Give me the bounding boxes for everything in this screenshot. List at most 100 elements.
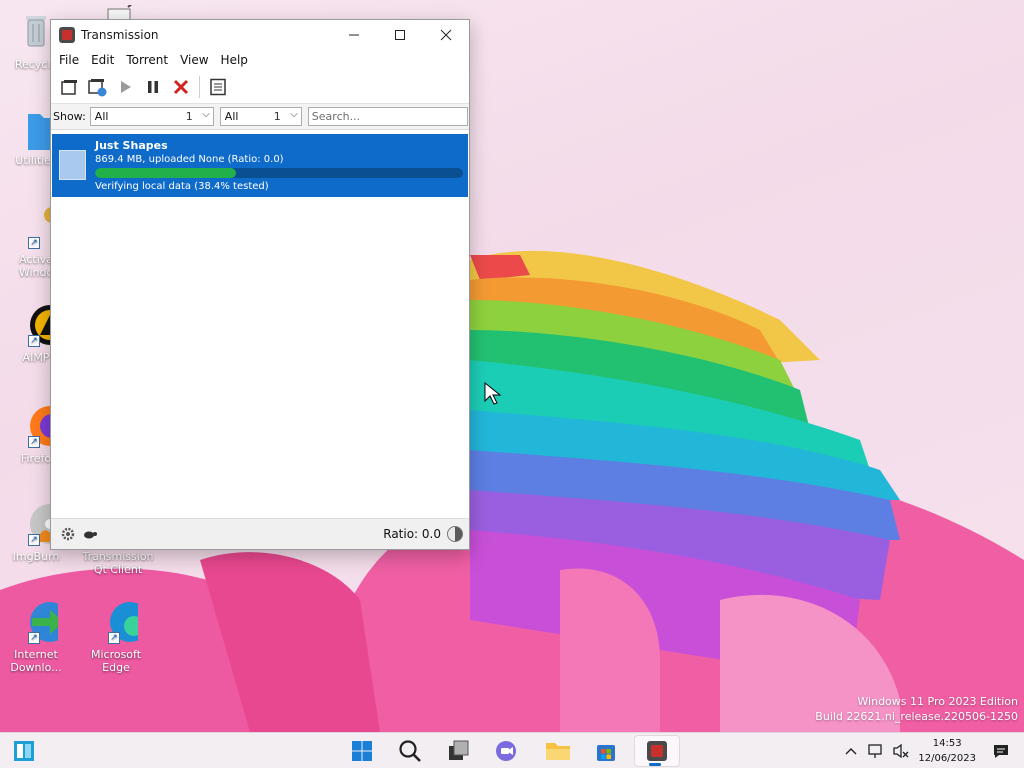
ratio-status[interactable]: Ratio: 0.0 bbox=[383, 527, 441, 541]
edge-icon: ↗ bbox=[94, 600, 150, 644]
maximize-icon bbox=[395, 30, 405, 40]
desktop-icon-internet-download-manager[interactable]: ↗ Internet Downlo... bbox=[0, 600, 72, 674]
shortcut-arrow-icon: ↗ bbox=[28, 534, 40, 546]
menu-help[interactable]: Help bbox=[215, 53, 254, 67]
task-view-button[interactable] bbox=[438, 735, 478, 767]
folder-icon bbox=[546, 743, 570, 760]
tracker-filter-count: 1 bbox=[273, 110, 281, 123]
search-input[interactable] bbox=[307, 107, 468, 126]
pause-button[interactable] bbox=[139, 73, 167, 101]
activity-filter-value: All bbox=[94, 110, 109, 123]
toolbar bbox=[51, 70, 469, 104]
network-status-button[interactable] bbox=[864, 733, 886, 768]
remove-button[interactable] bbox=[167, 73, 195, 101]
desktop: Recycle Utilities ↗ Activa Windo ↗ AIMP … bbox=[0, 0, 1024, 732]
microsoft-store-button[interactable] bbox=[586, 735, 626, 767]
volume-button[interactable] bbox=[890, 733, 912, 768]
clock-time: 14:53 bbox=[932, 738, 962, 749]
watermark-edition: Windows 11 Pro 2023 Edition bbox=[857, 695, 1018, 708]
title-bar[interactable]: Transmission bbox=[51, 20, 469, 50]
tracker-filter-value: All bbox=[224, 110, 239, 123]
close-button[interactable] bbox=[423, 20, 469, 50]
speaker-muted-icon bbox=[893, 743, 909, 759]
activity-filter-count: 1 bbox=[185, 110, 193, 123]
chevron-up-icon bbox=[845, 748, 857, 755]
transmission-app-icon bbox=[59, 27, 75, 43]
ratio-yin-yang-icon[interactable] bbox=[447, 526, 463, 542]
clock-date: 12/06/2023 bbox=[918, 753, 976, 764]
shortcut-arrow-icon: ↗ bbox=[28, 436, 40, 448]
play-icon bbox=[121, 80, 131, 93]
globe-download-icon: ↗ bbox=[14, 600, 70, 644]
torrent-row[interactable]: Just Shapes 869.4 MB, uploaded None (Rat… bbox=[52, 134, 468, 197]
file-explorer-button[interactable] bbox=[538, 735, 578, 767]
watermark-build: Build 22621.ni_release.220506-1250 bbox=[815, 710, 1018, 723]
file-icon bbox=[59, 150, 86, 180]
menu-edit[interactable]: Edit bbox=[85, 53, 120, 67]
desktop-icon-label: Microsoft Edge bbox=[90, 648, 142, 674]
show-hidden-icons-button[interactable] bbox=[842, 733, 860, 768]
torrent-list[interactable]: Just Shapes 869.4 MB, uploaded None (Rat… bbox=[51, 133, 469, 519]
start-button[interactable] bbox=[342, 735, 382, 767]
start-button[interactable] bbox=[111, 73, 139, 101]
desktop-icon-microsoft-edge[interactable]: ↗ Microsoft Edge bbox=[80, 600, 152, 674]
shortcut-arrow-icon: ↗ bbox=[28, 632, 40, 644]
store-bag-icon bbox=[597, 745, 615, 761]
chat-camera-icon bbox=[496, 741, 516, 761]
shortcut-arrow-icon: ↗ bbox=[28, 237, 40, 249]
minimize-icon bbox=[349, 34, 359, 36]
chevron-down-icon: ⌵ bbox=[290, 109, 298, 120]
shortcut-arrow-icon: ↗ bbox=[28, 335, 40, 347]
windows-logo-icon bbox=[352, 741, 372, 761]
search-icon bbox=[399, 740, 421, 762]
gear-icon bbox=[61, 527, 75, 541]
widgets-icon bbox=[14, 741, 34, 761]
open-url-button[interactable] bbox=[83, 73, 111, 101]
open-url-icon bbox=[88, 78, 107, 96]
remove-x-icon bbox=[173, 79, 189, 94]
close-icon bbox=[440, 29, 452, 41]
desktop-icon-label: ImgBurn bbox=[12, 550, 60, 563]
mouse-cursor-icon bbox=[484, 382, 502, 405]
menu-view[interactable]: View bbox=[174, 53, 214, 67]
network-icon bbox=[868, 744, 882, 758]
shortcut-arrow-icon: ↗ bbox=[108, 632, 120, 644]
progress-fill bbox=[95, 168, 237, 178]
chat-button[interactable] bbox=[486, 735, 526, 767]
torrent-info: 869.4 MB, uploaded None (Ratio: 0.0) bbox=[95, 154, 284, 165]
notification-icon bbox=[994, 745, 1008, 758]
task-view-icon bbox=[449, 740, 469, 760]
widgets-button[interactable] bbox=[4, 735, 44, 767]
turtle-icon bbox=[84, 531, 97, 539]
progress-bar bbox=[95, 168, 463, 178]
minimize-button[interactable] bbox=[331, 20, 377, 50]
search-button[interactable] bbox=[390, 735, 430, 767]
chevron-down-icon: ⌵ bbox=[202, 109, 210, 120]
open-torrent-button[interactable] bbox=[55, 73, 83, 101]
torrent-name: Just Shapes bbox=[95, 139, 168, 152]
properties-list-icon bbox=[210, 78, 226, 95]
menu-torrent[interactable]: Torrent bbox=[120, 53, 174, 67]
menu-bar: File Edit Torrent View Help bbox=[51, 50, 469, 70]
open-file-icon bbox=[61, 79, 77, 95]
menu-file[interactable]: File bbox=[53, 53, 85, 67]
desktop-icon-label: Internet Downlo... bbox=[10, 648, 62, 674]
taskbar: 14:53 12/06/2023 bbox=[0, 732, 1024, 768]
activity-filter-select[interactable]: All 1 ⌵ bbox=[89, 107, 214, 126]
maximize-button[interactable] bbox=[377, 20, 423, 50]
alt-speed-button[interactable] bbox=[79, 520, 101, 548]
tracker-filter-select[interactable]: All 1 ⌵ bbox=[219, 107, 302, 126]
filter-bar: Show: All 1 ⌵ All 1 ⌵ bbox=[51, 104, 469, 130]
toolbar-separator bbox=[199, 75, 200, 98]
transmission-window[interactable]: Transmission File Edit Torrent View Help bbox=[50, 19, 470, 550]
properties-button[interactable] bbox=[204, 73, 232, 101]
notifications-button[interactable] bbox=[990, 733, 1012, 768]
torrent-status: Verifying local data (38.4% tested) bbox=[95, 181, 269, 192]
clock[interactable]: 14:53 12/06/2023 bbox=[918, 736, 976, 766]
desktop-icon-label: Transmission Qt Client bbox=[82, 550, 154, 576]
pause-icon bbox=[148, 80, 158, 93]
windows-watermark: Windows 11 Pro 2023 Edition Build 22621.… bbox=[815, 694, 1018, 724]
preferences-button[interactable] bbox=[57, 520, 79, 548]
show-label: Show: bbox=[53, 110, 86, 123]
transmission-taskbar-button[interactable] bbox=[634, 735, 680, 767]
